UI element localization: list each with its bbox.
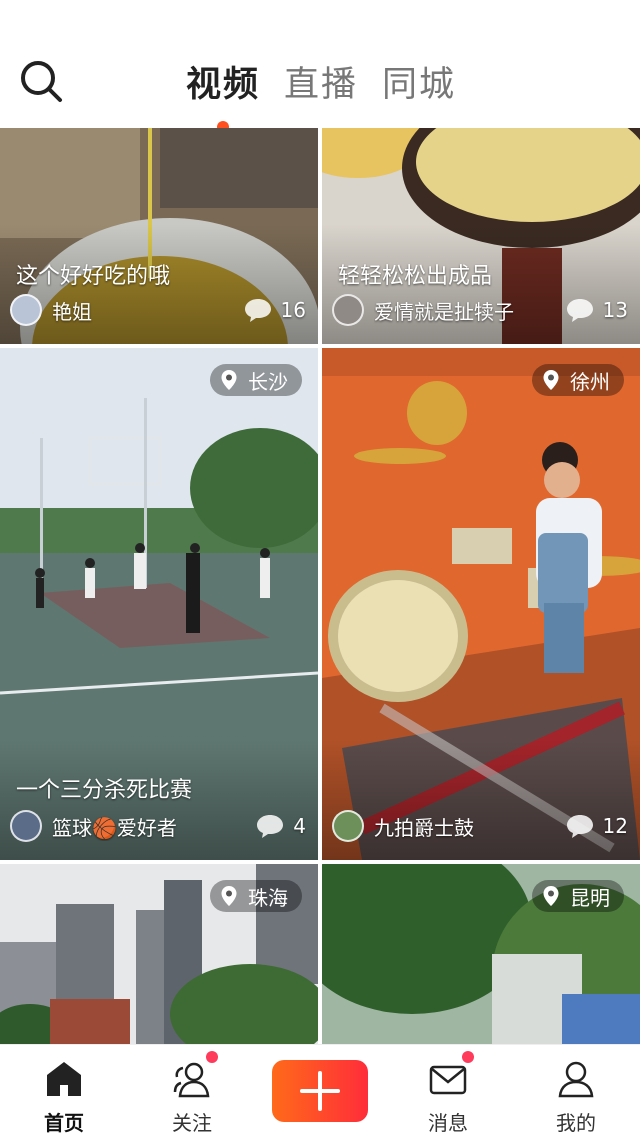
tab-live[interactable]: 直播 [284, 56, 358, 107]
location-pin-icon [543, 370, 559, 390]
tab-nearby-label: 同城 [382, 65, 457, 105]
video-card[interactable]: 徐州 九拍爵士鼓 12 [322, 348, 640, 860]
author-name[interactable]: 爱情就是扯犊子 [374, 296, 565, 325]
notification-dot [462, 1051, 474, 1063]
nav-messages[interactable]: 消息 [384, 1045, 512, 1136]
nav-messages-label: 消息 [428, 1111, 468, 1135]
author-name[interactable]: 艳姐 [52, 296, 243, 325]
video-card[interactable]: 轻轻松松出成品 爱情就是扯犊子 13 [322, 128, 640, 344]
video-title: 一个三分杀死比赛 [16, 778, 193, 803]
video-title: 轻轻松松出成品 [338, 264, 493, 289]
user-icon [558, 1061, 594, 1098]
comment-count: 13 [602, 298, 628, 322]
avatar[interactable] [10, 294, 42, 326]
location-pin-icon [221, 886, 237, 906]
mail-icon [429, 1065, 467, 1095]
location-name: 长沙 [248, 369, 288, 394]
avatar[interactable] [332, 810, 364, 842]
location-badge: 长沙 [210, 364, 302, 396]
comment-count: 12 [602, 814, 628, 838]
feed-tabs: 视频 直播 同城 [186, 56, 456, 133]
app-screen: 视频 直播 同城 这个好好吃的哦 艳姐 16 轻轻松松出成品 爱情就是扯犊子 1… [0, 0, 640, 1136]
video-meta: 九拍爵士鼓 12 [332, 808, 628, 844]
nav-create [256, 1045, 384, 1136]
location-pin-icon [543, 886, 559, 906]
location-name: 昆明 [570, 885, 610, 910]
nav-home[interactable]: 首页 [0, 1045, 128, 1136]
tab-video-label: 视频 [186, 65, 261, 105]
author-name[interactable]: 九拍爵士鼓 [374, 812, 565, 841]
location-badge: 徐州 [532, 364, 624, 396]
notification-dot [206, 1051, 218, 1063]
tab-live-label: 直播 [284, 65, 359, 105]
nav-me-label: 我的 [556, 1111, 596, 1135]
comment-icon [566, 815, 593, 838]
video-meta: 爱情就是扯犊子 13 [332, 292, 628, 328]
tab-nearby[interactable]: 同城 [382, 56, 456, 107]
author-name[interactable]: 篮球🏀爱好者 [52, 812, 255, 841]
video-title: 这个好好吃的哦 [16, 264, 171, 289]
search-icon [21, 61, 62, 102]
comment-count: 16 [280, 298, 306, 322]
nav-follow[interactable]: 关注 [128, 1045, 256, 1136]
comment-icon [244, 299, 271, 322]
nav-me[interactable]: 我的 [512, 1045, 640, 1136]
comment-icon [257, 815, 284, 838]
search-button[interactable] [18, 58, 64, 104]
bottom-nav: 首页 关注 消息 我的 [0, 1044, 640, 1136]
location-name: 珠海 [248, 885, 288, 910]
video-card[interactable]: 长沙 一个三分杀死比赛 篮球🏀爱好者 4 [0, 348, 318, 860]
video-card[interactable]: 珠海 [0, 864, 318, 1044]
video-meta: 篮球🏀爱好者 4 [10, 808, 306, 844]
create-plus-button[interactable] [272, 1060, 368, 1122]
tab-video[interactable]: 视频 [186, 56, 261, 133]
location-badge: 昆明 [532, 880, 624, 912]
video-card[interactable]: 昆明 [322, 864, 640, 1044]
location-badge: 珠海 [210, 880, 302, 912]
location-pin-icon [221, 370, 237, 390]
top-bar: 视频 直播 同城 [0, 0, 640, 133]
avatar[interactable] [332, 294, 364, 326]
video-card[interactable]: 这个好好吃的哦 艳姐 16 [0, 128, 318, 344]
comment-icon [566, 299, 593, 322]
comment-count: 4 [293, 814, 306, 838]
avatar[interactable] [10, 810, 42, 842]
nav-home-label: 首页 [44, 1111, 84, 1135]
nav-follow-label: 关注 [172, 1111, 212, 1135]
home-icon [47, 1062, 81, 1096]
follow-people-icon [173, 1062, 210, 1098]
video-meta: 艳姐 16 [10, 292, 306, 328]
location-name: 徐州 [570, 369, 610, 394]
